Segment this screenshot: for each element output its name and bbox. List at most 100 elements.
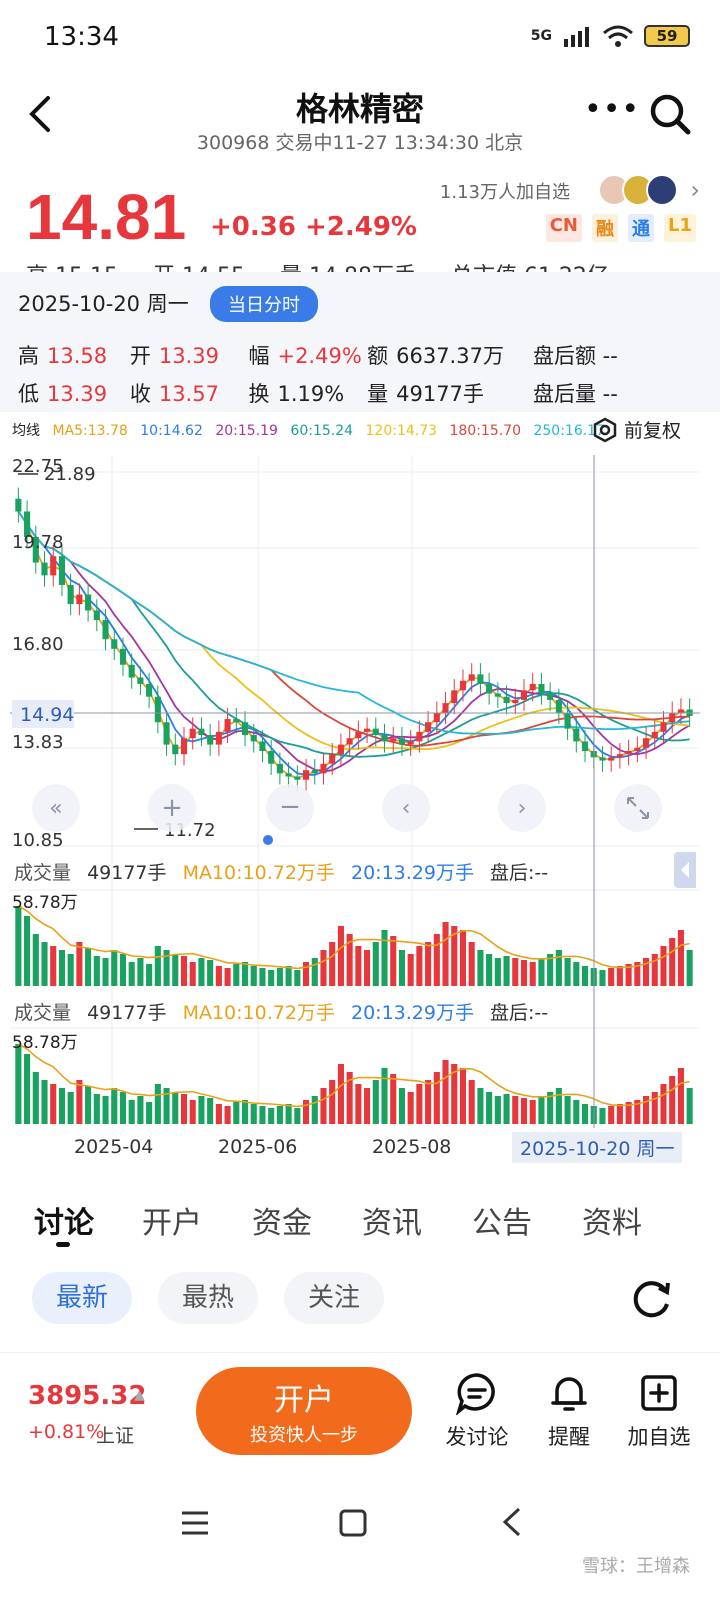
intraday-button[interactable]: 当日分时 bbox=[210, 286, 318, 322]
home-icon[interactable] bbox=[338, 1508, 368, 1538]
candle bbox=[573, 728, 580, 742]
volume-bar bbox=[433, 934, 440, 986]
filter-hottest[interactable]: 最热 bbox=[158, 1272, 258, 1324]
search-icon[interactable] bbox=[648, 92, 692, 136]
volume-ma10: MA10:10.72万手 bbox=[182, 1002, 335, 1024]
system-navigation: 雪球：王增森 bbox=[0, 1492, 720, 1600]
candle bbox=[538, 683, 545, 694]
ma-line bbox=[17, 510, 690, 751]
volume-bar bbox=[381, 1068, 388, 1124]
volume-bar bbox=[494, 1096, 501, 1124]
menu-icon[interactable] bbox=[180, 1510, 210, 1536]
volume-bar bbox=[599, 1108, 606, 1124]
status-time: 13:34 bbox=[44, 22, 119, 52]
volume-bar bbox=[608, 1106, 615, 1124]
volume-bar bbox=[468, 942, 475, 986]
quote-stats-row: 高 15.15 开 14.55 量 14.88万手 总市值 61.22亿 bbox=[26, 258, 706, 272]
badge-l1[interactable]: L1 bbox=[664, 214, 696, 242]
more-icon[interactable]: ••• bbox=[584, 92, 640, 127]
tab-funds[interactable]: 资金 bbox=[252, 1198, 312, 1242]
candle bbox=[259, 741, 266, 751]
add-watchlist-label: 加自选 bbox=[627, 1425, 691, 1449]
add-watchlist-button[interactable]: 加自选 bbox=[614, 1371, 704, 1451]
candle bbox=[285, 773, 292, 777]
candle bbox=[459, 680, 467, 691]
volume-bar bbox=[320, 950, 327, 986]
kline-chart[interactable]: 22.75 19.78 16.80 13.83 10.85 21.89 11.7… bbox=[0, 450, 720, 1170]
chevron-right-icon[interactable]: › bbox=[690, 176, 700, 204]
ma-line bbox=[17, 510, 691, 773]
volume-bar bbox=[50, 946, 57, 986]
follower-avatars[interactable] bbox=[598, 174, 678, 206]
tab-open-account[interactable]: 开户 bbox=[142, 1198, 202, 1242]
volume-bar bbox=[608, 968, 615, 986]
volume-bar bbox=[364, 1088, 371, 1124]
volume-bar bbox=[477, 1088, 484, 1124]
volume-bar bbox=[172, 1092, 179, 1124]
back-nav-icon[interactable] bbox=[500, 1506, 524, 1538]
post-discussion-button[interactable]: 发讨论 bbox=[432, 1371, 522, 1451]
volume-bar bbox=[581, 966, 589, 986]
candle bbox=[486, 683, 493, 694]
tab-discussion[interactable]: 讨论 bbox=[34, 1198, 94, 1242]
volume-bar bbox=[355, 1084, 362, 1124]
volume-bar bbox=[32, 934, 39, 986]
tab-profile[interactable]: 资料 bbox=[582, 1198, 642, 1242]
volume-bar bbox=[320, 1088, 327, 1124]
candle bbox=[67, 584, 74, 605]
volume-value: 49177手 bbox=[87, 1002, 167, 1024]
open-account-button[interactable]: 开户 投资快人一步 bbox=[196, 1367, 412, 1455]
badge-cn[interactable]: CN bbox=[545, 214, 582, 242]
index-name: 上证 bbox=[96, 1425, 135, 1447]
volume-bar bbox=[180, 956, 188, 986]
tab-news[interactable]: 资讯 bbox=[362, 1198, 422, 1242]
volume-bar bbox=[128, 1100, 135, 1124]
volume-bar bbox=[686, 950, 693, 986]
tab-announcements[interactable]: 公告 bbox=[472, 1198, 532, 1242]
signal-icon bbox=[564, 27, 589, 47]
volume-bar bbox=[337, 926, 344, 986]
candle bbox=[276, 763, 283, 774]
network-label: 5G bbox=[530, 28, 552, 44]
candle bbox=[93, 610, 100, 621]
chevron-left-icon: ‹ bbox=[402, 796, 411, 821]
volume-bar bbox=[259, 968, 266, 986]
volume-label: 量 bbox=[367, 382, 389, 406]
day-info-panel: 2025-10-20 周一 当日分时 高 13.58 开 13.39 幅 +2.49%… bbox=[0, 272, 720, 412]
volume-bar bbox=[294, 970, 301, 986]
adjust-price-button[interactable]: 前复权 bbox=[592, 416, 681, 443]
index-value[interactable]: 3895.32 bbox=[28, 1381, 146, 1411]
candle bbox=[555, 699, 562, 713]
volume-bar bbox=[442, 1060, 449, 1124]
volume-bar bbox=[76, 942, 83, 986]
candle bbox=[355, 731, 362, 739]
alert-button[interactable]: 提醒 bbox=[524, 1371, 614, 1451]
candle bbox=[250, 735, 257, 742]
volume-bar bbox=[468, 1080, 475, 1124]
filter-following[interactable]: 关注 bbox=[284, 1272, 384, 1324]
panel-toggle-handle[interactable] bbox=[674, 852, 696, 888]
filter-latest[interactable]: 最新 bbox=[32, 1272, 132, 1324]
followers-count[interactable]: 1.13万人加自选 bbox=[440, 178, 570, 204]
badge-margin[interactable]: 融 bbox=[592, 214, 618, 242]
candle bbox=[163, 722, 170, 745]
volume-bar bbox=[616, 966, 623, 986]
volume-bar bbox=[616, 1104, 623, 1124]
volume-after-hours: 盘后:-- bbox=[490, 1002, 549, 1024]
fullscreen-button[interactable] bbox=[614, 784, 662, 832]
volume-bar bbox=[85, 948, 92, 986]
info-row: 高 13.58 开 13.39 幅 +2.49% 额 6637.37万 盘后额 -- bbox=[18, 336, 708, 374]
candle bbox=[616, 754, 623, 758]
candle bbox=[154, 696, 161, 723]
volume-bar bbox=[651, 954, 658, 986]
refresh-icon[interactable] bbox=[628, 1276, 674, 1322]
open-account-slogan: 投资快人一步 bbox=[250, 1425, 358, 1446]
volume-bar bbox=[364, 950, 371, 986]
low-value: 13.39 bbox=[47, 382, 108, 406]
volume-bar bbox=[93, 1094, 100, 1124]
volume-bar bbox=[425, 1080, 432, 1124]
candle bbox=[599, 757, 606, 761]
y-tick-label: 10.85 bbox=[12, 830, 64, 851]
volume-bar bbox=[372, 942, 379, 986]
badge-connect[interactable]: 通 bbox=[628, 214, 654, 242]
